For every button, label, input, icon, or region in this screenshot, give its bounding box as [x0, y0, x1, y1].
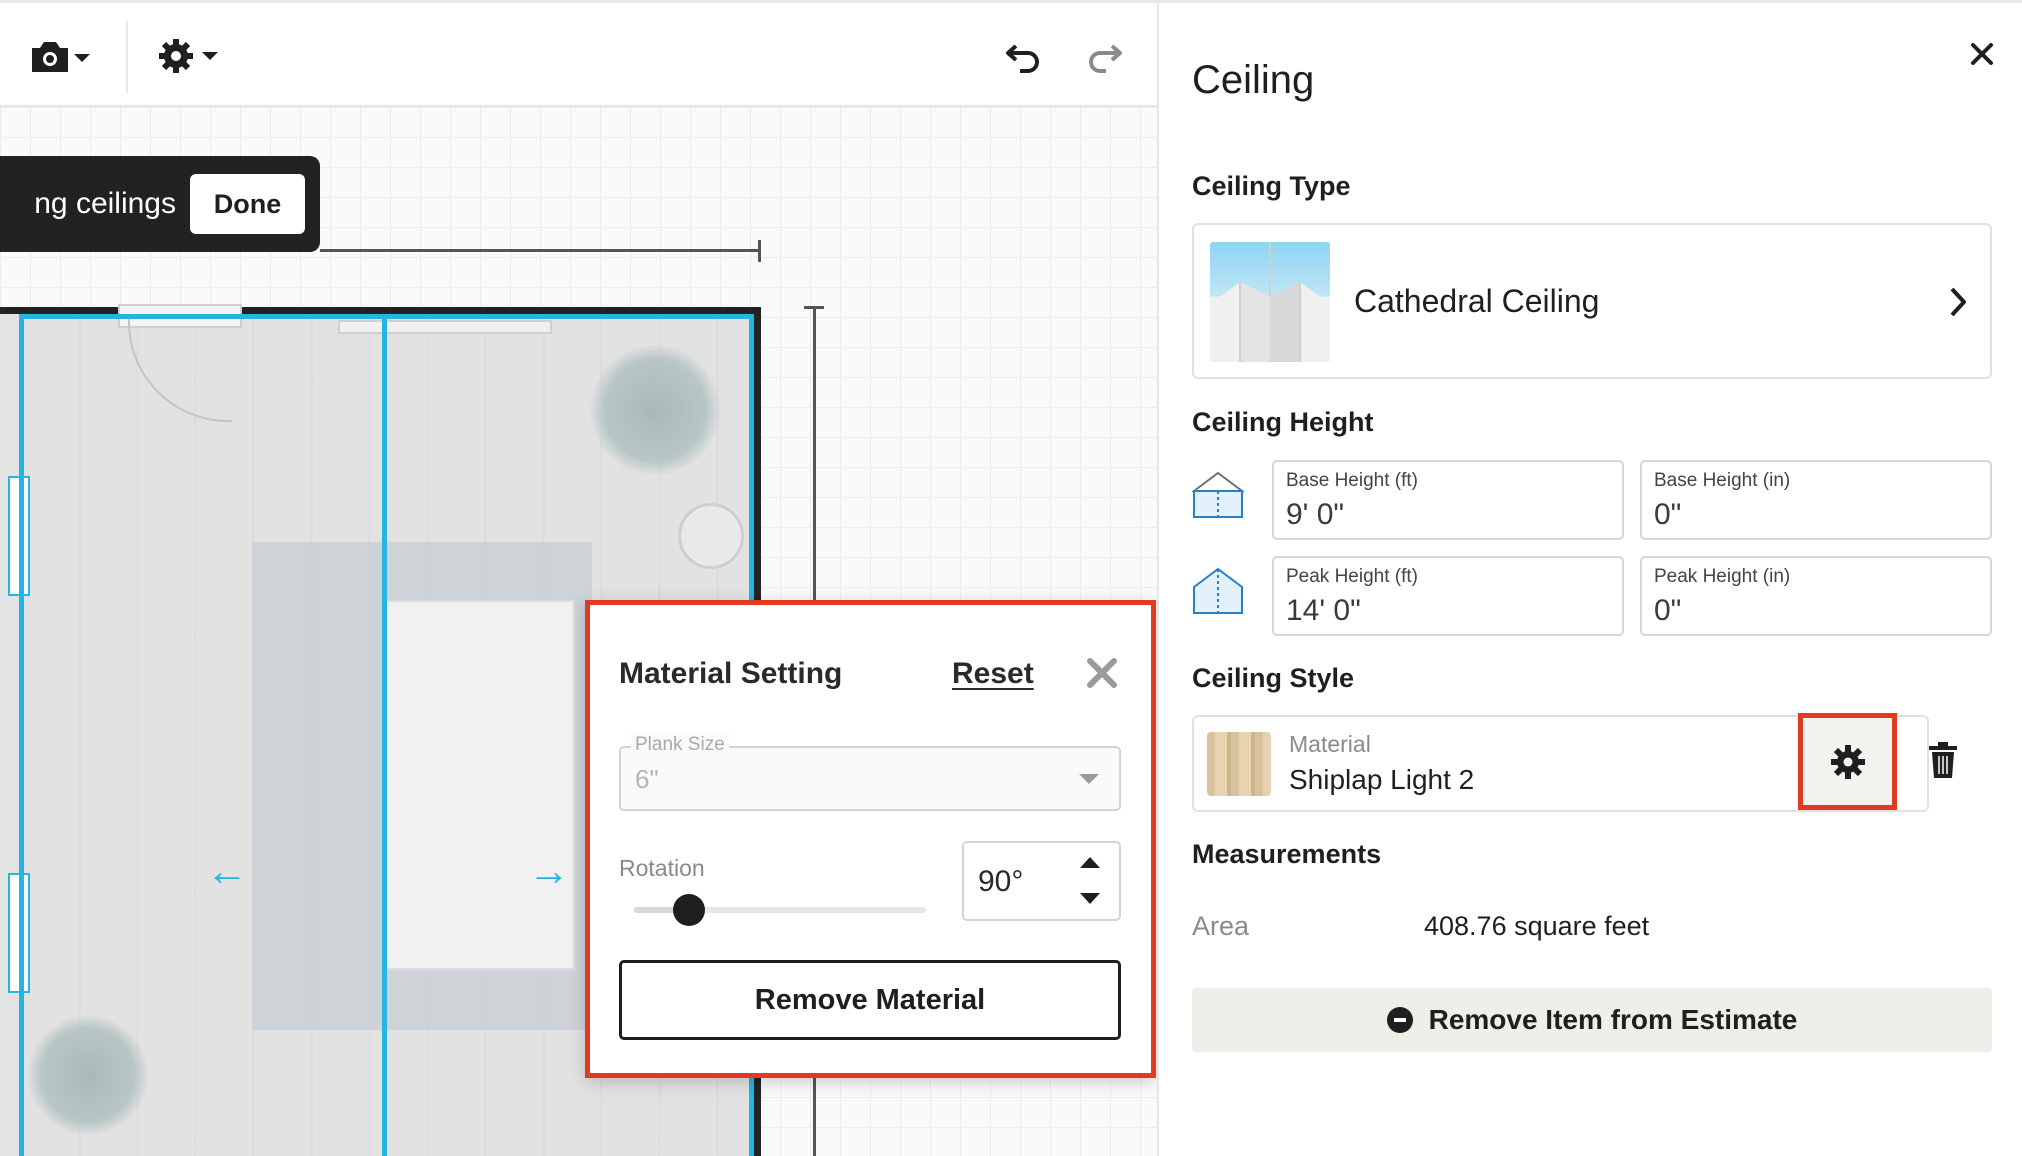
rotation-slider[interactable]	[634, 894, 926, 926]
plank-size-label: Plank Size	[631, 734, 729, 756]
ceiling-style-heading: Ceiling Style	[1192, 663, 1355, 693]
popup-title: Material Setting	[619, 657, 843, 690]
base-height-ft-label: Base Height (ft)	[1286, 470, 1418, 491]
ceiling-type-heading: Ceiling Type	[1192, 171, 1351, 201]
ceiling-type-name: Cathedral Ceiling	[1354, 283, 1600, 319]
peak-height-in-field[interactable]: Peak Height (in) 0"	[1640, 556, 1992, 636]
material-setting-popup: Material Setting Reset Plank Size 6" Rot…	[585, 600, 1156, 1078]
cathedral-ceiling-icon	[1210, 242, 1330, 362]
camera-icon	[32, 42, 90, 72]
close-icon[interactable]	[1082, 653, 1122, 693]
chevron-down-icon	[1079, 774, 1099, 784]
area-label: Area	[1192, 911, 1250, 941]
decrement-arrow-icon[interactable]	[1080, 893, 1100, 904]
gear-icon	[1830, 744, 1865, 779]
toolbar-separator	[126, 21, 128, 93]
camera-menu-button[interactable]	[28, 31, 94, 81]
ceiling-height-heading: Ceiling Height	[1192, 407, 1374, 437]
dimension-line-horizontal	[320, 249, 760, 252]
chevron-right-icon	[1950, 287, 1966, 317]
peak-height-icon	[1193, 567, 1243, 614]
canvas-toolbar	[0, 0, 1157, 107]
increment-arrow-icon[interactable]	[1080, 857, 1100, 868]
peak-height-ft-label: Peak Height (ft)	[1286, 566, 1418, 587]
settings-menu-button[interactable]	[156, 31, 226, 81]
arrow-right-icon[interactable]: →	[528, 850, 570, 892]
base-height-in-label: Base Height (in)	[1654, 470, 1791, 491]
material-swatch	[1207, 732, 1271, 796]
trash-icon[interactable]	[1926, 740, 1960, 780]
close-icon[interactable]	[1967, 39, 1997, 69]
area-value: 408.76 square feet	[1424, 911, 1650, 941]
plank-size-value: 6"	[635, 764, 659, 794]
ceiling-ridge-line[interactable]	[382, 314, 387, 1156]
undo-button[interactable]	[1004, 31, 1044, 81]
peak-height-in-value: 0"	[1654, 594, 1682, 627]
peak-height-ft-field[interactable]: Peak Height (ft) 14' 0"	[1272, 556, 1624, 636]
measurements-heading: Measurements	[1192, 839, 1382, 869]
base-height-in-value: 0"	[1654, 498, 1682, 531]
base-height-icon	[1192, 471, 1244, 518]
remove-material-button[interactable]: Remove Material	[619, 960, 1121, 1040]
rotation-slider-handle[interactable]	[673, 894, 706, 926]
rotation-label: Rotation	[619, 855, 705, 881]
remove-from-estimate-label: Remove Item from Estimate	[1428, 1004, 1798, 1035]
base-height-ft-value: 9' 0"	[1286, 498, 1345, 531]
banner-text: ng ceilings	[34, 187, 176, 220]
reset-button[interactable]: Reset	[952, 657, 1034, 691]
rotation-stepper[interactable]: 90°	[962, 841, 1121, 921]
ceiling-properties-panel: Ceiling Ceiling Type Cathedral Ceiling C…	[1157, 0, 2022, 1156]
remove-from-estimate-button[interactable]: Remove Item from Estimate	[1192, 988, 1992, 1052]
material-name: Shiplap Light 2	[1289, 764, 1475, 795]
ceiling-type-selector[interactable]: Cathedral Ceiling	[1192, 223, 1992, 379]
undo-icon	[1006, 44, 1039, 73]
dimension-tick	[804, 306, 824, 309]
base-height-in-field[interactable]: Base Height (in) 0"	[1640, 460, 1992, 540]
floorplan-canvas[interactable]: ← → ng ceilings Done Material Setting Re…	[0, 0, 1157, 1156]
edit-ceilings-banner: ng ceilings Done	[0, 156, 320, 252]
material-label: Material	[1289, 731, 1371, 757]
settings-icon	[159, 39, 218, 73]
redo-button[interactable]	[1084, 31, 1124, 81]
dimension-tick	[758, 240, 761, 262]
base-height-ft-field[interactable]: Base Height (ft) 9' 0"	[1272, 460, 1624, 540]
peak-height-ft-value: 14' 0"	[1286, 594, 1361, 627]
plank-size-select[interactable]: Plank Size 6"	[619, 734, 1121, 811]
rotation-value: 90°	[978, 865, 1024, 898]
material-settings-button[interactable]	[1798, 713, 1897, 810]
minus-circle-icon	[1386, 1007, 1413, 1033]
arrow-left-icon[interactable]: ←	[206, 850, 248, 892]
done-button[interactable]: Done	[190, 174, 305, 234]
panel-title: Ceiling	[1192, 58, 1315, 102]
cathedral-ceiling-thumbnail	[1210, 242, 1330, 362]
peak-height-in-label: Peak Height (in)	[1654, 566, 1791, 587]
redo-icon	[1089, 44, 1122, 73]
